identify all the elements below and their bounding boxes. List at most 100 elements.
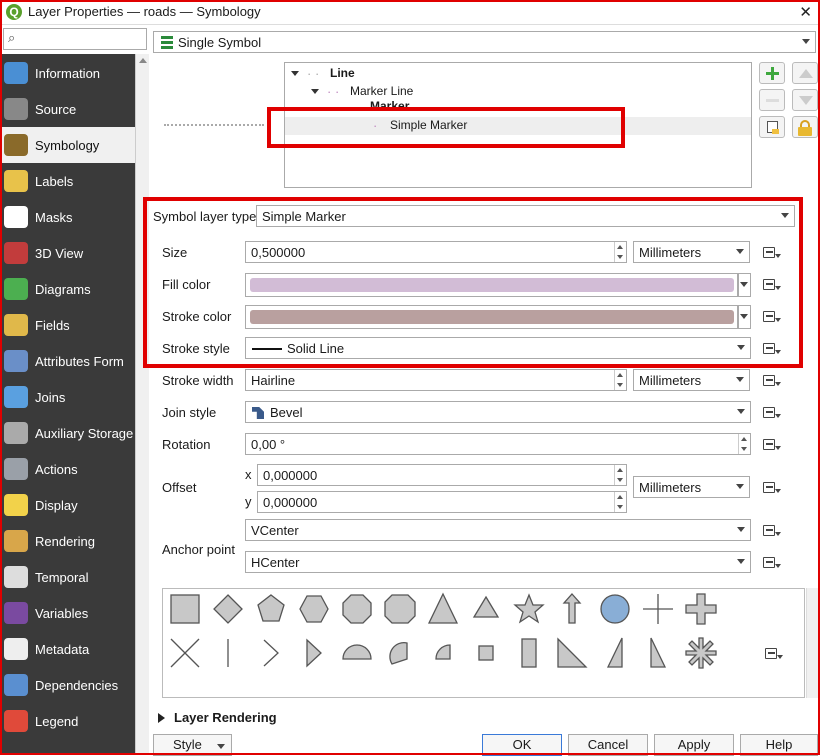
marker-pentagon-icon[interactable] <box>257 594 285 622</box>
sidebar-item-display[interactable]: Display <box>0 487 135 523</box>
style-button[interactable]: Style <box>153 734 232 756</box>
sidebar-item-metadata[interactable]: Metadata <box>0 631 135 667</box>
sidebar-item-3d-view[interactable]: 3D View <box>0 235 135 271</box>
sidebar-item-dependencies[interactable]: Dependencies <box>0 667 135 703</box>
marker-quarter-circle-icon[interactable] <box>435 644 451 660</box>
sidebar-item-attributes-form[interactable]: Attributes Form <box>0 343 135 379</box>
move-up-button[interactable] <box>792 62 818 84</box>
rotation-input[interactable]: 0,00 ° <box>245 433 751 455</box>
layer-rendering-section[interactable]: Layer Rendering <box>174 710 277 725</box>
marker-circle-icon[interactable] <box>600 594 630 624</box>
marker-diagonal-half-square-icon[interactable] <box>557 637 588 668</box>
marker-diamond-icon[interactable] <box>213 594 243 624</box>
marker-left-half-triangle-icon[interactable] <box>650 637 667 668</box>
auxiliary-storage-icon <box>4 422 28 444</box>
move-down-button[interactable] <box>792 89 818 111</box>
single-symbol-icon <box>161 36 173 49</box>
sidebar-item-label: Source <box>35 102 77 117</box>
marker-quarter-square-icon[interactable] <box>478 645 494 661</box>
marker-octagon-icon[interactable] <box>342 594 372 624</box>
sidebar-item-labels[interactable]: Labels <box>0 163 135 199</box>
marker-arrowhead-icon[interactable] <box>263 639 279 667</box>
ok-button[interactable]: OK <box>482 734 562 756</box>
expand-arrow-icon[interactable] <box>158 713 165 723</box>
sidebar-search-input[interactable]: ⌕ <box>3 28 147 50</box>
marker-filled-arrowhead-icon[interactable] <box>306 638 322 668</box>
data-defined-override-icon[interactable] <box>760 436 782 454</box>
marker-cross2-icon[interactable] <box>170 638 200 668</box>
sidebar-item-rendering[interactable]: Rendering <box>0 523 135 559</box>
apply-button[interactable]: Apply <box>654 734 734 756</box>
data-defined-override-icon[interactable] <box>762 645 784 663</box>
lock-layer-button[interactable] <box>792 116 818 138</box>
expand-icon[interactable] <box>291 71 299 76</box>
data-defined-override-icon[interactable] <box>760 479 782 497</box>
marker-triangle-icon[interactable] <box>427 592 459 624</box>
sidebar-item-label: Information <box>35 66 101 81</box>
cancel-button[interactable]: Cancel <box>568 734 648 756</box>
sidebar-item-actions[interactable]: Actions <box>0 451 135 487</box>
rotation-label: Rotation <box>162 437 211 452</box>
join-style-select[interactable]: Bevel <box>245 401 751 423</box>
properties-highlight-box <box>143 197 803 368</box>
sidebar-item-label: Labels <box>35 174 74 189</box>
help-button[interactable]: Help <box>740 734 818 756</box>
metadata-icon <box>4 638 28 660</box>
data-defined-override-icon[interactable] <box>760 554 782 572</box>
expand-icon[interactable] <box>311 89 319 94</box>
sidebar-item-diagrams[interactable]: Diagrams <box>0 271 135 307</box>
sidebar-item-auxiliary-storage[interactable]: Auxiliary Storage <box>0 415 135 451</box>
marker-shape-list[interactable] <box>162 588 805 698</box>
marker-decagon-icon[interactable] <box>384 594 416 624</box>
data-defined-override-icon[interactable] <box>760 372 782 390</box>
data-defined-override-icon[interactable] <box>760 522 782 540</box>
fields-icon <box>4 314 28 336</box>
anchor-horizontal-select[interactable]: HCenter <box>245 551 751 573</box>
marker-shapes[interactable] <box>163 589 806 699</box>
marker-cross-icon[interactable] <box>643 594 673 624</box>
marker-arrow-icon[interactable] <box>562 593 582 624</box>
marker-hexagon-icon[interactable] <box>299 595 329 623</box>
remove-symbol-layer-button[interactable] <box>759 89 785 111</box>
renderer-select[interactable]: Single Symbol <box>153 31 816 53</box>
sidebar-scrollbar[interactable] <box>135 54 149 755</box>
duplicate-layer-button[interactable] <box>759 116 785 138</box>
marker-right-half-triangle-icon[interactable] <box>606 637 623 668</box>
sidebar-item-legend[interactable]: Legend <box>0 703 135 739</box>
offset-unit-select[interactable]: Millimeters <box>633 476 750 498</box>
offset-x-input[interactable]: 0,000000 <box>257 464 627 486</box>
marker-cross-fill-icon[interactable] <box>685 593 717 625</box>
marker-asterisk-fill-icon[interactable] <box>685 637 717 669</box>
tree-row-marker-line[interactable]: · · Marker Line <box>285 83 751 101</box>
stroke-width-input[interactable]: Hairline <box>245 369 627 391</box>
tree-row-line[interactable]: · · Line <box>285 65 751 83</box>
stroke-width-unit-select[interactable]: Millimeters <box>633 369 750 391</box>
sidebar-item-label: Display <box>35 498 78 513</box>
sidebar-item-masks[interactable]: Masks <box>0 199 135 235</box>
marker-equilateral-triangle-icon[interactable] <box>472 595 500 618</box>
sidebar-item-symbology[interactable]: Symbology <box>0 127 135 163</box>
sidebar-item-information[interactable]: Information <box>0 55 135 91</box>
close-icon[interactable]: ✕ <box>799 3 812 21</box>
marker-semi-circle-icon[interactable] <box>342 644 372 660</box>
add-symbol-layer-button[interactable] <box>759 62 785 84</box>
tree-label-marker-line: Marker Line <box>350 84 414 98</box>
anchor-vertical-select[interactable]: VCenter <box>245 519 751 541</box>
sidebar-item-label: Joins <box>35 390 66 405</box>
sidebar-item-fields[interactable]: Fields <box>0 307 135 343</box>
sidebar-item-temporal[interactable]: Temporal <box>0 559 135 595</box>
marker-half-square-icon[interactable] <box>521 638 537 668</box>
marker-square-icon[interactable] <box>170 594 200 624</box>
sidebar-item-joins[interactable]: Joins <box>0 379 135 415</box>
chevron-down-icon <box>802 39 810 44</box>
qgis-logo-icon: Q <box>6 4 22 20</box>
marker-star-icon[interactable] <box>513 593 545 624</box>
offset-label: Offset <box>162 480 197 495</box>
marker-third-circle-icon[interactable] <box>389 642 408 665</box>
data-defined-override-icon[interactable] <box>760 404 782 422</box>
offset-y-label: y <box>245 494 252 509</box>
offset-y-input[interactable]: 0,000000 <box>257 491 627 513</box>
sidebar-item-source[interactable]: Source <box>0 91 135 127</box>
sidebar-item-variables[interactable]: Variables <box>0 595 135 631</box>
marker-list-scrollbar[interactable] <box>806 588 818 698</box>
